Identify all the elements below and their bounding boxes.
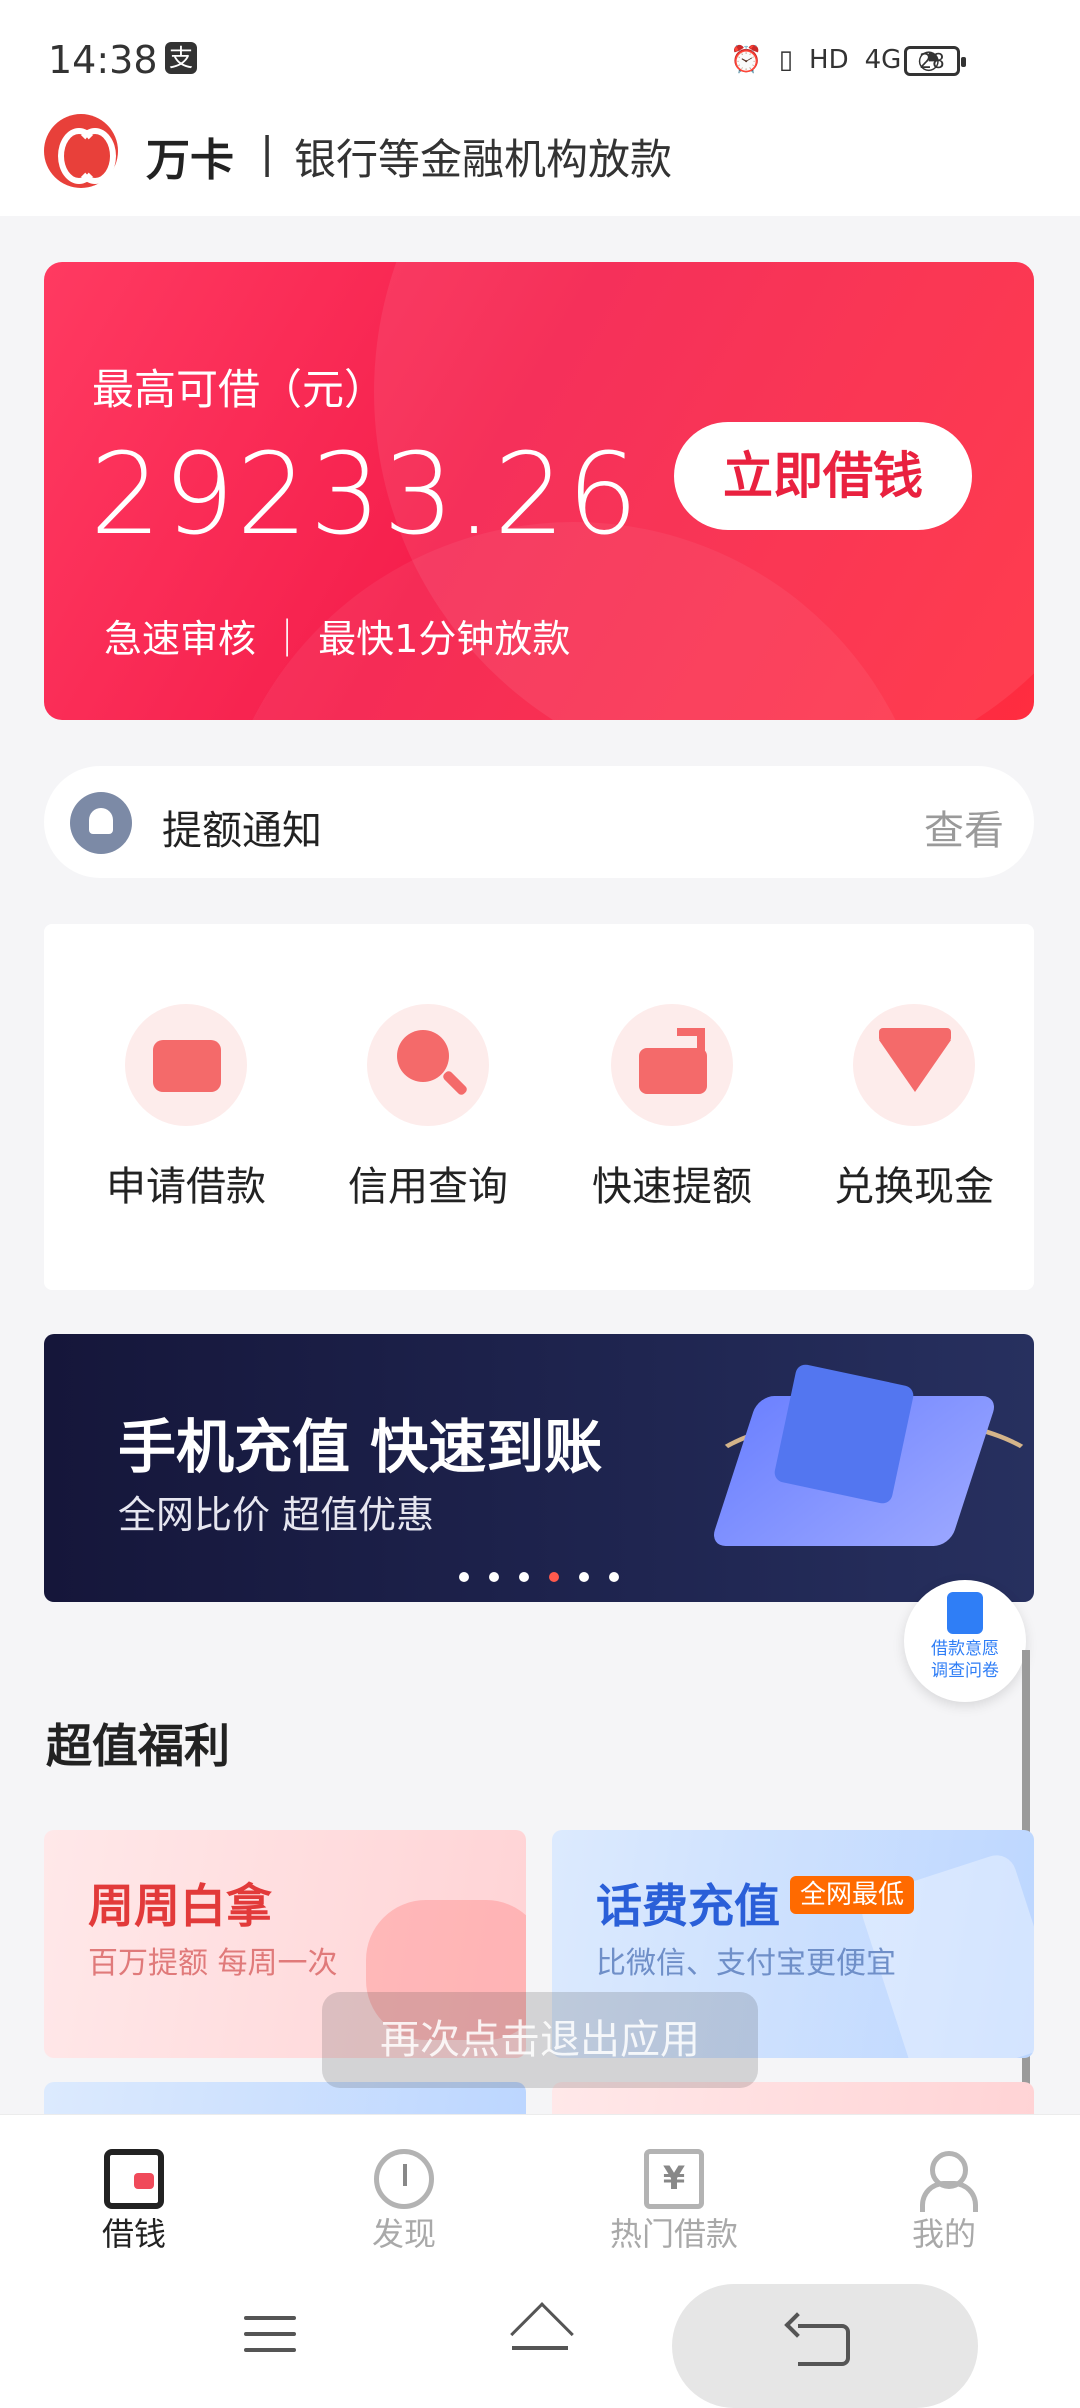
clipboard-icon: [947, 1592, 983, 1634]
survey-label-line1: 借款意愿: [931, 1639, 999, 1659]
back-button[interactable]: [672, 2284, 978, 2408]
notice-view-link[interactable]: 查看: [924, 798, 1004, 856]
vibrate-icon: ▯: [778, 45, 794, 75]
carousel-dot-active[interactable]: [549, 1572, 559, 1582]
system-nav-bar: [0, 2270, 1080, 2408]
tab-mine[interactable]: 我的: [864, 2149, 1024, 2255]
service-redeem-cash[interactable]: 兑换现金: [814, 1004, 1014, 1212]
services-grid: 申请借款 信用查询 快速提额 兑换现金: [44, 924, 1034, 1290]
loan-survey-float-button[interactable]: 借款意愿 调查问卷: [904, 1580, 1026, 1702]
banner-subtitle: 全网比价 超值优惠: [118, 1493, 435, 1537]
service-label: 申请借款: [106, 1164, 266, 1210]
card-illustration: [772, 1362, 916, 1506]
wallet-icon: [125, 1004, 247, 1126]
battery-icon: 28: [904, 46, 966, 76]
carousel-dot[interactable]: [489, 1572, 499, 1582]
service-label: 兑换现金: [834, 1164, 994, 1210]
back-icon: [798, 2324, 850, 2366]
promo-banner[interactable]: 手机充值 快速到账 全网比价 超值优惠: [44, 1334, 1034, 1602]
banner-title: 手机充值 快速到账: [118, 1413, 603, 1481]
service-label: 信用查询: [348, 1164, 508, 1210]
alarm-icon: ⏰: [730, 45, 763, 75]
service-label: 快速提额: [592, 1164, 752, 1210]
tab-label: 发现: [371, 2215, 436, 2253]
carousel-dot[interactable]: [579, 1572, 589, 1582]
raise-limit-icon: [611, 1004, 733, 1126]
4g-signal-icon: 4G: [864, 45, 902, 75]
menu-icon[interactable]: [244, 2316, 296, 2356]
lowest-price-badge: 全网最低: [790, 1876, 915, 1914]
service-credit-check[interactable]: 信用查询: [328, 1004, 528, 1212]
borrow-now-button[interactable]: 立即借钱: [674, 422, 972, 530]
section-title: 超值福利: [46, 1719, 230, 1773]
tab-label: 我的: [911, 2215, 976, 2253]
carousel-dot[interactable]: [519, 1572, 529, 1582]
carousel-dot[interactable]: [609, 1572, 619, 1582]
service-raise-limit[interactable]: 快速提额: [572, 1004, 772, 1212]
benefit-subtitle: 比微信、支付宝更便宜: [596, 1946, 896, 1981]
exit-toast: 再次点击退出应用: [322, 1992, 758, 2088]
diamond-icon: [853, 1004, 975, 1126]
brand-subtitle: 银行等金融机构放款: [294, 135, 673, 184]
app-header: 万卡 | 银行等金融机构放款: [0, 110, 1080, 216]
user-icon: [914, 2149, 978, 2212]
survey-label-line2: 调查问卷: [931, 1661, 999, 1681]
wallet-tab-icon: [104, 2149, 164, 2209]
compass-icon: [374, 2149, 434, 2209]
limit-notice-bar[interactable]: 提额通知 查看: [44, 766, 1034, 878]
app-logo: [44, 114, 118, 188]
hd-icon: HD: [809, 45, 849, 75]
hero-note: 急速审核 ｜ 最快1分钟放款: [104, 617, 571, 661]
yen-icon: ¥: [644, 2149, 704, 2209]
status-bar: 14:38 支 ⏰ ▯ HD 4G ◔ 28: [0, 0, 1080, 110]
tab-label: 热门借款: [609, 2215, 738, 2253]
tab-discover[interactable]: 发现: [324, 2149, 484, 2255]
tab-label: 借钱: [101, 2215, 166, 2253]
max-borrow-amount: 29233.26: [90, 430, 641, 560]
status-time: 14:38: [48, 38, 158, 82]
notice-title: 提额通知: [162, 808, 322, 854]
benefit-subtitle: 百万提额 每周一次: [88, 1946, 338, 1981]
tab-borrow[interactable]: 借钱: [54, 2149, 214, 2255]
brand-separator: |: [260, 128, 275, 177]
search-icon: [367, 1004, 489, 1126]
carrier-icon: 支: [165, 42, 197, 74]
brand-name: 万卡: [146, 135, 234, 186]
max-borrow-label: 最高可借（元）: [92, 365, 387, 414]
home-icon[interactable]: [506, 2304, 574, 2360]
benefit-title: 周周白拿: [88, 1879, 272, 1933]
benefit-title: 话费充值: [596, 1879, 780, 1933]
carousel-dots: [44, 1572, 1034, 1582]
bell-icon: [70, 792, 132, 854]
carousel-dot[interactable]: [459, 1572, 469, 1582]
tab-hot-loans[interactable]: ¥ 热门借款: [594, 2149, 754, 2255]
loan-hero-card: 最高可借（元） 29233.26 立即借钱 急速审核 ｜ 最快1分钟放款: [44, 262, 1034, 720]
bottom-tab-bar: 借钱 发现 ¥ 热门借款 我的: [0, 2114, 1080, 2270]
service-apply-loan[interactable]: 申请借款: [86, 1004, 286, 1212]
